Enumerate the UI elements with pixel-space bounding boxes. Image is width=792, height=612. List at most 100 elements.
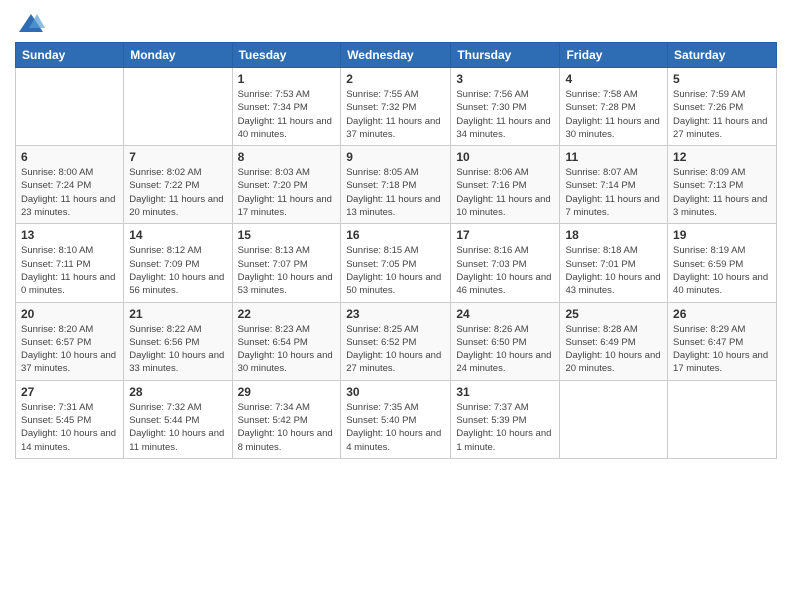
calendar-cell: 4 Sunrise: 7:58 AM Sunset: 7:28 PM Daylig… [560, 68, 668, 146]
calendar-cell: 15 Sunrise: 8:13 AM Sunset: 7:07 PM Dayli… [232, 224, 341, 302]
calendar-cell [560, 380, 668, 458]
day-detail: Sunrise: 7:59 AM Sunset: 7:26 PM Dayligh… [673, 88, 771, 141]
day-detail: Sunrise: 7:58 AM Sunset: 7:28 PM Dayligh… [565, 88, 662, 141]
day-number: 2 [346, 72, 445, 86]
logo-icon [17, 10, 45, 38]
day-of-week-header: Friday [560, 43, 668, 68]
day-number: 24 [456, 307, 554, 321]
day-detail: Sunrise: 8:00 AM Sunset: 7:24 PM Dayligh… [21, 166, 118, 219]
calendar-cell: 10 Sunrise: 8:06 AM Sunset: 7:16 PM Dayli… [451, 146, 560, 224]
calendar-cell: 18 Sunrise: 8:18 AM Sunset: 7:01 PM Dayli… [560, 224, 668, 302]
day-detail: Sunrise: 7:53 AM Sunset: 7:34 PM Dayligh… [238, 88, 336, 141]
page: SundayMondayTuesdayWednesdayThursdayFrid… [0, 0, 792, 612]
day-detail: Sunrise: 8:07 AM Sunset: 7:14 PM Dayligh… [565, 166, 662, 219]
day-detail: Sunrise: 8:26 AM Sunset: 6:50 PM Dayligh… [456, 323, 554, 376]
day-detail: Sunrise: 8:10 AM Sunset: 7:11 PM Dayligh… [21, 244, 118, 297]
calendar-cell: 6 Sunrise: 8:00 AM Sunset: 7:24 PM Daylig… [16, 146, 124, 224]
calendar-week-row: 1 Sunrise: 7:53 AM Sunset: 7:34 PM Daylig… [16, 68, 777, 146]
day-number: 21 [129, 307, 226, 321]
calendar-cell: 1 Sunrise: 7:53 AM Sunset: 7:34 PM Daylig… [232, 68, 341, 146]
calendar-week-row: 13 Sunrise: 8:10 AM Sunset: 7:11 PM Dayli… [16, 224, 777, 302]
calendar-cell: 31Sunrise: 7:37 AM Sunset: 5:39 PM Dayli… [451, 380, 560, 458]
calendar-cell: 7 Sunrise: 8:02 AM Sunset: 7:22 PM Daylig… [124, 146, 232, 224]
day-detail: Sunrise: 8:23 AM Sunset: 6:54 PM Dayligh… [238, 323, 336, 376]
calendar-cell: 22 Sunrise: 8:23 AM Sunset: 6:54 PM Dayli… [232, 302, 341, 380]
day-number: 27 [21, 385, 118, 399]
day-detail: Sunrise: 8:12 AM Sunset: 7:09 PM Dayligh… [129, 244, 226, 297]
calendar-cell [668, 380, 777, 458]
day-detail: Sunrise: 8:06 AM Sunset: 7:16 PM Dayligh… [456, 166, 554, 219]
day-number: 10 [456, 150, 554, 164]
day-number: 20 [21, 307, 118, 321]
calendar: SundayMondayTuesdayWednesdayThursdayFrid… [15, 42, 777, 459]
calendar-cell: 12 Sunrise: 8:09 AM Sunset: 7:13 PM Dayli… [668, 146, 777, 224]
day-number: 3 [456, 72, 554, 86]
calendar-cell [16, 68, 124, 146]
day-number: 4 [565, 72, 662, 86]
calendar-cell: 19Sunrise: 8:19 AM Sunset: 6:59 PM Dayli… [668, 224, 777, 302]
day-number: 12 [673, 150, 771, 164]
day-of-week-header: Sunday [16, 43, 124, 68]
calendar-cell: 17 Sunrise: 8:16 AM Sunset: 7:03 PM Dayli… [451, 224, 560, 302]
calendar-week-row: 27 Sunrise: 7:31 AM Sunset: 5:45 PM Dayli… [16, 380, 777, 458]
day-number: 7 [129, 150, 226, 164]
day-detail: Sunrise: 8:03 AM Sunset: 7:20 PM Dayligh… [238, 166, 336, 219]
day-detail: Sunrise: 8:19 AM Sunset: 6:59 PM Dayligh… [673, 244, 771, 297]
day-of-week-header: Tuesday [232, 43, 341, 68]
day-number: 5 [673, 72, 771, 86]
calendar-cell: 30 Sunrise: 7:35 AM Sunset: 5:40 PM Dayli… [341, 380, 451, 458]
day-of-week-header: Monday [124, 43, 232, 68]
day-detail: Sunrise: 8:13 AM Sunset: 7:07 PM Dayligh… [238, 244, 336, 297]
day-number: 1 [238, 72, 336, 86]
day-number: 17 [456, 228, 554, 242]
day-number: 18 [565, 228, 662, 242]
calendar-cell: 27 Sunrise: 7:31 AM Sunset: 5:45 PM Dayli… [16, 380, 124, 458]
day-detail: Sunrise: 8:25 AM Sunset: 6:52 PM Dayligh… [346, 323, 445, 376]
day-detail: Sunrise: 7:34 AM Sunset: 5:42 PM Dayligh… [238, 401, 336, 454]
calendar-cell: 13 Sunrise: 8:10 AM Sunset: 7:11 PM Dayli… [16, 224, 124, 302]
day-number: 14 [129, 228, 226, 242]
day-detail: Sunrise: 8:20 AM Sunset: 6:57 PM Dayligh… [21, 323, 118, 376]
calendar-week-row: 6 Sunrise: 8:00 AM Sunset: 7:24 PM Daylig… [16, 146, 777, 224]
calendar-cell: 29 Sunrise: 7:34 AM Sunset: 5:42 PM Dayli… [232, 380, 341, 458]
day-detail: Sunrise: 8:16 AM Sunset: 7:03 PM Dayligh… [456, 244, 554, 297]
calendar-cell: 28Sunrise: 7:32 AM Sunset: 5:44 PM Dayli… [124, 380, 232, 458]
calendar-cell: 8 Sunrise: 8:03 AM Sunset: 7:20 PM Daylig… [232, 146, 341, 224]
day-number: 6 [21, 150, 118, 164]
day-number: 8 [238, 150, 336, 164]
day-detail: Sunrise: 7:32 AM Sunset: 5:44 PM Dayligh… [129, 401, 226, 454]
logo [15, 10, 45, 34]
calendar-cell: 25Sunrise: 8:28 AM Sunset: 6:49 PM Dayli… [560, 302, 668, 380]
calendar-cell: 26 Sunrise: 8:29 AM Sunset: 6:47 PM Dayli… [668, 302, 777, 380]
day-number: 22 [238, 307, 336, 321]
day-detail: Sunrise: 8:09 AM Sunset: 7:13 PM Dayligh… [673, 166, 771, 219]
day-number: 29 [238, 385, 336, 399]
calendar-cell: 5 Sunrise: 7:59 AM Sunset: 7:26 PM Daylig… [668, 68, 777, 146]
calendar-cell: 24 Sunrise: 8:26 AM Sunset: 6:50 PM Dayli… [451, 302, 560, 380]
day-detail: Sunrise: 7:56 AM Sunset: 7:30 PM Dayligh… [456, 88, 554, 141]
day-detail: Sunrise: 8:05 AM Sunset: 7:18 PM Dayligh… [346, 166, 445, 219]
header [15, 10, 777, 34]
day-detail: Sunrise: 7:35 AM Sunset: 5:40 PM Dayligh… [346, 401, 445, 454]
day-of-week-header: Wednesday [341, 43, 451, 68]
day-number: 13 [21, 228, 118, 242]
calendar-cell: 20 Sunrise: 8:20 AM Sunset: 6:57 PM Dayli… [16, 302, 124, 380]
day-number: 26 [673, 307, 771, 321]
calendar-cell: 14 Sunrise: 8:12 AM Sunset: 7:09 PM Dayli… [124, 224, 232, 302]
day-detail: Sunrise: 7:31 AM Sunset: 5:45 PM Dayligh… [21, 401, 118, 454]
day-detail: Sunrise: 8:18 AM Sunset: 7:01 PM Dayligh… [565, 244, 662, 297]
calendar-cell [124, 68, 232, 146]
calendar-cell: 23Sunrise: 8:25 AM Sunset: 6:52 PM Dayli… [341, 302, 451, 380]
day-detail: Sunrise: 8:29 AM Sunset: 6:47 PM Dayligh… [673, 323, 771, 376]
calendar-cell: 9Sunrise: 8:05 AM Sunset: 7:18 PM Daylig… [341, 146, 451, 224]
day-number: 30 [346, 385, 445, 399]
day-detail: Sunrise: 7:55 AM Sunset: 7:32 PM Dayligh… [346, 88, 445, 141]
calendar-cell: 3 Sunrise: 7:56 AM Sunset: 7:30 PM Daylig… [451, 68, 560, 146]
day-detail: Sunrise: 8:02 AM Sunset: 7:22 PM Dayligh… [129, 166, 226, 219]
day-detail: Sunrise: 7:37 AM Sunset: 5:39 PM Dayligh… [456, 401, 554, 454]
calendar-cell: 11Sunrise: 8:07 AM Sunset: 7:14 PM Dayli… [560, 146, 668, 224]
day-detail: Sunrise: 8:15 AM Sunset: 7:05 PM Dayligh… [346, 244, 445, 297]
calendar-header-row: SundayMondayTuesdayWednesdayThursdayFrid… [16, 43, 777, 68]
day-number: 15 [238, 228, 336, 242]
day-number: 25 [565, 307, 662, 321]
